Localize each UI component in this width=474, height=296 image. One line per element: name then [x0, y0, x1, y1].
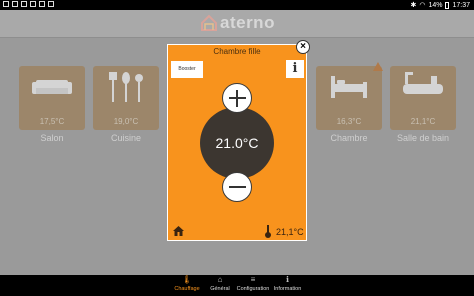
home-mode-icon	[173, 226, 184, 236]
notification-icons	[3, 1, 54, 7]
room-temperature: 17,5°C	[39, 117, 65, 126]
bathtub-icon	[403, 72, 443, 94]
status-bar: ✱ ◠ 14% 17:37	[0, 0, 474, 10]
thermometer-icon: 🌡︎	[181, 275, 193, 284]
info-button[interactable]: i	[286, 60, 304, 78]
notification-icon	[12, 1, 18, 7]
nav-information[interactable]: ℹ Information	[271, 275, 304, 296]
app-header: aterno	[0, 10, 474, 38]
booster-button[interactable]: Booster	[171, 61, 203, 78]
thermometer-icon	[265, 225, 271, 238]
bluetooth-icon: ✱	[410, 2, 417, 9]
nav-configuration[interactable]: ≡ Configuration	[235, 275, 271, 296]
room-tile-salle-de-bain[interactable]: 21,1°C	[390, 66, 456, 130]
nav-chauffage[interactable]: 🌡︎ Chauffage	[170, 275, 204, 296]
warning-icon	[373, 62, 383, 71]
notification-icon	[48, 1, 54, 7]
minus-icon	[229, 186, 246, 188]
dialog-title: Chambre fille	[213, 47, 261, 56]
room-name: Cuisine	[110, 133, 141, 143]
decrease-temperature-button[interactable]	[222, 172, 252, 202]
notification-icon	[39, 1, 45, 7]
increase-temperature-button[interactable]	[222, 83, 252, 113]
info-icon: ℹ	[285, 275, 290, 284]
room-temperature: 16,3°C	[336, 117, 362, 126]
menu-icon: ≡	[250, 275, 256, 284]
room-name: Salle de bain	[396, 133, 450, 143]
room-temperature: 19,0°C	[113, 117, 139, 126]
room-name: Salon	[40, 133, 64, 143]
nav-label: Configuration	[236, 286, 270, 292]
home-icon: ⌂	[217, 275, 223, 284]
room-tile-chambre[interactable]: 16,3°C	[316, 66, 382, 130]
notification-icon	[21, 1, 27, 7]
bed-icon	[331, 76, 367, 98]
room-name: Chambre	[330, 133, 368, 143]
plus-icon	[236, 90, 238, 107]
current-room-temperature: 21,1°C	[276, 227, 304, 237]
bottom-navigation: 🌡︎ Chauffage ⌂ Général ≡ Configuration ℹ…	[0, 275, 474, 296]
close-dialog-button[interactable]: ×	[296, 40, 310, 54]
app-name: aterno	[220, 13, 275, 32]
wifi-icon: ◠	[419, 2, 426, 9]
app-logo: aterno	[200, 13, 275, 33]
room-setpoint-dialog: Chambre fille Booster i 21.0°C 21,1°C	[167, 44, 307, 241]
nav-label: Général	[210, 286, 230, 292]
clock: 17:37	[452, 1, 470, 9]
house-logo-icon	[201, 14, 217, 31]
nav-label: Chauffage	[174, 286, 200, 292]
room-tile-salon[interactable]: 17,5°C	[19, 66, 85, 130]
battery-percent: 14%	[428, 1, 443, 9]
notification-icon	[30, 1, 36, 7]
sofa-icon	[32, 80, 72, 94]
notification-icon	[3, 1, 9, 7]
nav-general[interactable]: ⌂ Général	[206, 275, 234, 296]
nav-label: Information	[273, 286, 302, 292]
kitchen-utensils-icon	[109, 72, 143, 102]
room-temperature: 21,1°C	[410, 117, 436, 126]
battery-icon	[445, 1, 450, 9]
setpoint-display: 21.0°C	[200, 107, 274, 179]
room-tile-cuisine[interactable]: 19,0°C	[93, 66, 159, 130]
